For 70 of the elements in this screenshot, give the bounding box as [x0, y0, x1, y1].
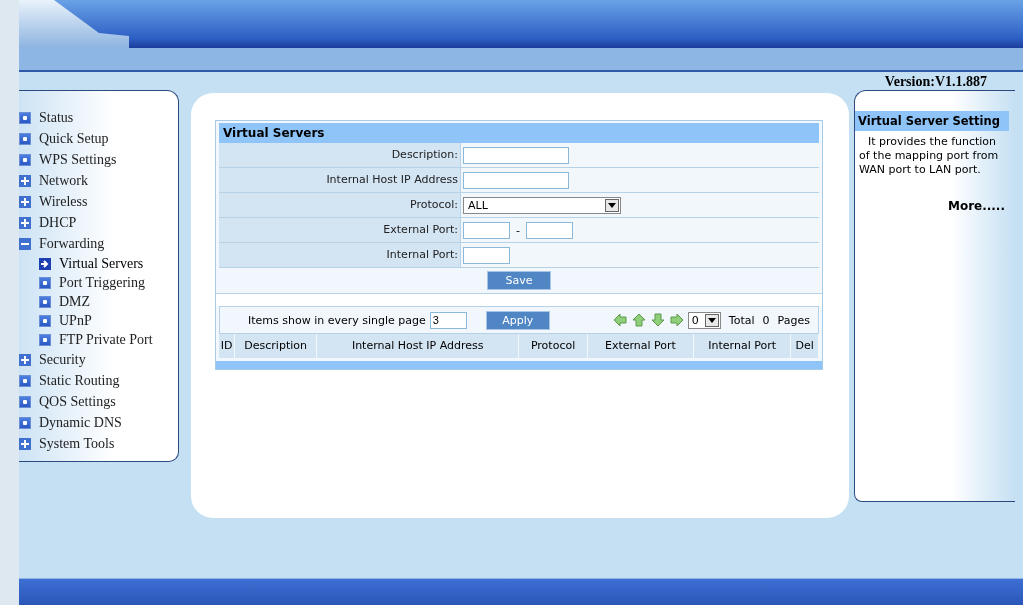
menu-item[interactable]: DHCP — [19, 212, 178, 233]
field-label: Protocol: — [219, 193, 461, 217]
total-count: 0 — [762, 313, 770, 327]
page-icon — [39, 276, 51, 289]
plus-icon — [19, 174, 31, 187]
pages-label: Pages — [777, 313, 810, 327]
page-icon — [39, 333, 51, 346]
page-icon — [19, 416, 31, 429]
menu-item[interactable]: WPS Settings — [19, 149, 178, 170]
save-button[interactable]: Save — [487, 271, 551, 290]
right-arrow-icon[interactable] — [669, 313, 684, 327]
page-icon — [19, 395, 31, 408]
field-label: Description: — [219, 143, 461, 167]
page-dropdown[interactable]: 0 — [687, 311, 721, 329]
column-header: Description — [235, 334, 317, 358]
column-header: Internal Host IP Address — [316, 334, 520, 358]
menu-item[interactable]: Dynamic DNS — [19, 412, 178, 433]
menu-item[interactable]: QOS Settings — [19, 391, 178, 412]
field-label: External Port: — [219, 218, 461, 242]
page-icon — [19, 111, 31, 124]
left-arrow-icon[interactable] — [612, 313, 627, 327]
version-text: Version:V1.1.887 — [884, 73, 987, 91]
submenu-item[interactable]: Virtual Servers — [19, 254, 178, 273]
plus-icon — [19, 195, 31, 208]
plus-icon — [19, 437, 31, 450]
submenu-item[interactable]: UPnP — [19, 311, 178, 330]
input-field[interactable] — [463, 171, 569, 189]
plus-icon — [19, 353, 31, 366]
page-icon — [19, 153, 31, 166]
range-separator: - — [516, 223, 520, 237]
apply-button[interactable]: Apply — [485, 310, 550, 330]
items-per-page-label: Items show in every single page — [248, 313, 426, 327]
menu-item[interactable]: Forwarding — [19, 233, 178, 254]
menu-item[interactable]: System Tools — [19, 433, 178, 454]
minus-icon — [19, 237, 31, 250]
arrow-icon — [39, 257, 51, 270]
menu-item[interactable]: Security — [19, 349, 178, 370]
input-field[interactable] — [463, 146, 569, 164]
column-header: Protocol — [519, 334, 588, 358]
column-header: ID — [219, 334, 236, 358]
menu-item[interactable]: Quick Setup — [19, 128, 178, 149]
field-label: Internal Host IP Address — [219, 168, 461, 192]
down-arrow-icon[interactable] — [650, 313, 665, 327]
help-title: Virtual Server Setting — [855, 111, 1009, 131]
page-icon — [39, 295, 51, 308]
field-label: Internal Port: — [219, 243, 461, 267]
column-header: External Port — [587, 334, 695, 358]
items-per-page-field[interactable]: 3 — [429, 311, 467, 329]
input-field[interactable] — [463, 221, 510, 239]
input-field[interactable] — [463, 246, 510, 264]
submenu-item[interactable]: Port Triggering — [19, 273, 178, 292]
menu-item[interactable]: Wireless — [19, 191, 178, 212]
more-link[interactable]: More..... — [947, 199, 1005, 213]
menu-item[interactable]: Status — [19, 107, 178, 128]
menu-item[interactable]: Static Routing — [19, 370, 178, 391]
submenu-item[interactable]: FTP Private Port — [19, 330, 178, 349]
column-header: Internal Port — [694, 334, 792, 358]
protocol-dropdown[interactable]: ALL — [463, 196, 621, 214]
submenu-item[interactable]: DMZ — [19, 292, 178, 311]
help-text: It provides the function of the mapping port from WAN port to LAN port. — [858, 134, 1000, 177]
total-label: Total — [728, 313, 755, 327]
input-field[interactable] — [526, 221, 573, 239]
page-icon — [39, 314, 51, 327]
page-icon — [19, 132, 31, 145]
plus-icon — [19, 216, 31, 229]
section-title: Virtual Servers — [219, 123, 819, 143]
page-icon — [19, 374, 31, 387]
menu-item[interactable]: Network — [19, 170, 178, 191]
column-header: Del — [791, 334, 819, 358]
up-arrow-icon[interactable] — [631, 313, 646, 327]
